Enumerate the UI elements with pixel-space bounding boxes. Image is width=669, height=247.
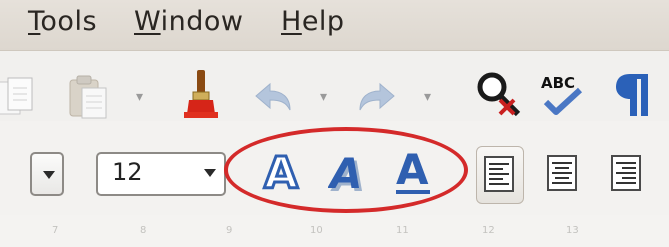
menu-tools-label: ools xyxy=(40,6,98,37)
font-size-value[interactable]: 12 xyxy=(112,158,143,186)
spellcheck-text: ABC xyxy=(541,74,575,92)
ruler-number: 11 xyxy=(396,225,409,236)
align-right-button[interactable] xyxy=(604,146,650,202)
ruler-number: 7 xyxy=(52,225,59,236)
menu-window[interactable]: Window xyxy=(134,6,243,37)
spellcheck-icon[interactable]: ABC xyxy=(538,68,588,118)
clone-formatting-icon[interactable] xyxy=(180,68,220,120)
annotation-highlight-ellipse xyxy=(224,127,468,213)
align-center-icon xyxy=(547,155,577,191)
formatting-marks-icon[interactable] xyxy=(612,70,652,120)
align-left-button[interactable] xyxy=(476,146,524,204)
align-right-icon xyxy=(611,155,641,191)
font-name-dropdown-button[interactable] xyxy=(30,152,64,196)
menu-help-label: elp xyxy=(301,6,345,37)
menu-window-mnemonic: W xyxy=(134,6,161,37)
ruler-number: 8 xyxy=(140,225,147,236)
align-center-button[interactable] xyxy=(540,146,586,202)
redo-dropdown-arrow[interactable]: ▾ xyxy=(424,89,431,105)
menu-help-mnemonic: H xyxy=(281,6,302,37)
ruler-number: 10 xyxy=(310,225,323,236)
ruler-number: 9 xyxy=(226,225,233,236)
menu-window-label: indow xyxy=(160,6,244,37)
chevron-down-icon xyxy=(204,169,216,177)
menu-tools-mnemonic: T xyxy=(28,6,41,37)
paste-dropdown-arrow[interactable]: ▾ xyxy=(136,89,143,105)
menu-tools[interactable]: Tools xyxy=(28,6,97,37)
ruler-number: 12 xyxy=(482,225,495,236)
align-left-icon xyxy=(484,156,514,192)
undo-icon[interactable] xyxy=(252,80,294,116)
menu-bar: Tools Window Help xyxy=(0,0,669,51)
copy-icon[interactable] xyxy=(0,76,40,120)
font-size-dropdown-button[interactable] xyxy=(198,152,226,196)
find-replace-icon[interactable] xyxy=(474,70,524,118)
redo-icon[interactable] xyxy=(356,80,398,116)
ruler-number: 13 xyxy=(566,225,579,236)
menu-help[interactable]: Help xyxy=(281,6,345,37)
chevron-down-icon xyxy=(43,171,55,179)
paste-icon[interactable] xyxy=(66,74,110,120)
undo-dropdown-arrow[interactable]: ▾ xyxy=(320,89,327,105)
